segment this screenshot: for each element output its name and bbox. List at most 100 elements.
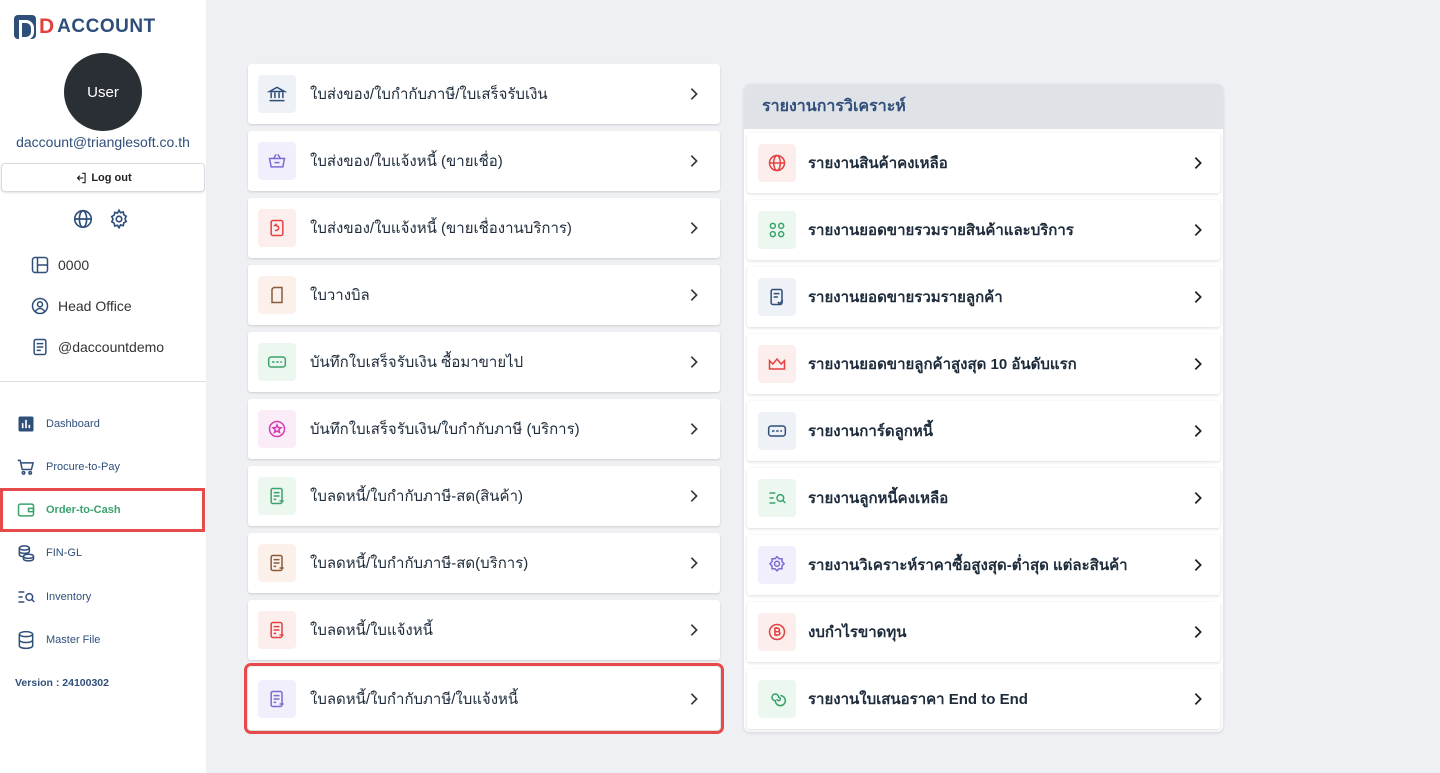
chevron-right-icon <box>678 614 710 646</box>
nav-item-fin-gl[interactable]: FIN-GL <box>0 532 206 574</box>
doc-minus-icon <box>258 611 296 649</box>
list-item[interactable]: ใบส่งของ/ใบแจ้งหนี้ (ขายเชื่อ) <box>248 131 720 191</box>
report-item-label: รายงานยอดขายลูกค้าสูงสุด 10 อันดับแรก <box>808 356 1077 373</box>
note-icon <box>258 276 296 314</box>
company-code[interactable]: 0000 <box>30 255 89 275</box>
chevron-right-icon <box>678 683 710 715</box>
logo-mark-icon <box>14 15 36 40</box>
document-icon <box>33 338 47 356</box>
doc-minus-icon <box>258 477 296 515</box>
branch-selector[interactable]: Head Office <box>30 296 132 316</box>
chevron-right-icon <box>1182 348 1214 380</box>
list-item[interactable]: ใบลดหนี้/ใบแจ้งหนี้ <box>248 600 720 660</box>
account-handle[interactable]: @daccountdemo <box>30 337 164 357</box>
badge-icon <box>758 546 796 584</box>
report-item[interactable]: รายงานการ์ดลูกหนี้ <box>747 401 1220 461</box>
reports-panel: รายงานการวิเคราะห์ รายงานสินค้าคงเหลือ ร… <box>744 84 1223 732</box>
report-item[interactable]: รายงานลูกหนี้คงเหลือ <box>747 468 1220 528</box>
list-item[interactable]: ใบส่งของ/ใบแจ้งหนี้ (ขายเชื่องานบริการ) <box>248 198 720 258</box>
version-label: Version : 24100302 <box>15 677 109 689</box>
report-item-label: รายงานวิเคราะห์ราคาซื้อสูงสุด-ต่ำสุด แต่… <box>808 557 1128 574</box>
report-item[interactable]: รายงานยอดขายรวมรายสินค้าและบริการ <box>747 200 1220 260</box>
chevron-right-icon <box>1182 616 1214 648</box>
report-item-label: รายงานลูกหนี้คงเหลือ <box>808 490 949 507</box>
doc-minus-icon <box>258 679 296 718</box>
list-item[interactable]: บันทึกใบเสร็จรับเงิน/ใบกำกับภาษี (บริการ… <box>248 399 720 459</box>
report-item-label: งบกำไรขาดทุน <box>808 624 907 641</box>
chevron-right-icon <box>678 480 710 512</box>
chevron-right-icon <box>1182 415 1214 447</box>
list-item-label: ใบส่งของ/ใบแจ้งหนี้ (ขายเชื่องานบริการ) <box>310 220 572 237</box>
list-item[interactable]: ใบลดหนี้/ใบกำกับภาษี-สด(สินค้า) <box>248 466 720 526</box>
nav-item-order-to-cash[interactable]: Order-to-Cash <box>0 488 205 532</box>
list-search-icon <box>758 479 796 517</box>
report-item[interactable]: งบกำไรขาดทุน <box>747 602 1220 662</box>
sidebar-divider <box>0 381 206 382</box>
nav-item-procure-to-pay[interactable]: Procure-to-Pay <box>0 446 206 488</box>
chevron-right-icon <box>678 279 710 311</box>
nav-item-dashboard[interactable]: Dashboard <box>0 403 206 445</box>
avatar-label: User <box>87 83 119 101</box>
company-code-label: 0000 <box>58 257 90 273</box>
list-item-label: ใบลดหนี้/ใบแจ้งหนี้ <box>310 622 433 639</box>
report-item[interactable]: รายงานยอดขายรวมรายลูกค้า <box>747 267 1220 327</box>
list-item[interactable]: บันทึกใบเสร็จรับเงิน ซื้อมาขายไป <box>248 332 720 392</box>
nav-label: Inventory <box>46 591 92 603</box>
list-item[interactable]: ใบลดหนี้/ใบกำกับภาษี-สด(บริการ) <box>248 533 720 593</box>
nav-label: FIN-GL <box>46 547 83 559</box>
doc-minus-icon <box>258 544 296 582</box>
logout-label: Log out <box>91 171 132 184</box>
nav-label: Master File <box>46 634 101 646</box>
nav-label: Procure-to-Pay <box>46 461 120 473</box>
logo-text: ACCOUNT <box>57 16 156 37</box>
nav-label: Order-to-Cash <box>46 504 121 516</box>
language-globe-icon[interactable] <box>72 208 94 230</box>
list-item-label: ใบลดหนี้/ใบกำกับภาษี-สด(บริการ) <box>310 555 529 572</box>
bar-chart-icon <box>18 416 34 432</box>
report-item[interactable]: รายงานสินค้าคงเหลือ <box>747 133 1220 193</box>
card-icon <box>258 343 296 381</box>
avatar[interactable]: User <box>64 53 142 131</box>
report-item-label: รายงานใบเสนอราคา End to End <box>808 691 1028 708</box>
app-logo[interactable]: D ACCOUNT <box>14 14 156 40</box>
coins-icon <box>18 545 35 562</box>
nav-item-inventory[interactable]: Inventory <box>0 576 206 618</box>
report-item[interactable]: รายงานยอดขายลูกค้าสูงสุด 10 อันดับแรก <box>747 334 1220 394</box>
list-item-label: บันทึกใบเสร็จรับเงิน ซื้อมาขายไป <box>310 354 524 371</box>
list-item[interactable]: ใบส่งของ/ใบกำกับภาษี/ใบเสร็จรับเงิน <box>248 64 720 124</box>
bank-icon <box>258 75 296 113</box>
wallet-icon <box>17 503 35 517</box>
report-item[interactable]: รายงานใบเสนอราคา End to End <box>747 669 1220 729</box>
chevron-right-icon <box>678 547 710 579</box>
nav-item-master-file[interactable]: Master File <box>0 619 206 661</box>
chevron-right-icon <box>678 346 710 378</box>
list-item-selected[interactable]: ใบลดหนี้/ใบกำกับภาษี/ใบแจ้งหนี้ <box>244 663 724 734</box>
sidebar: D ACCOUNT User daccount@trianglesoft.co.… <box>0 0 206 773</box>
chevron-right-icon <box>1182 147 1214 179</box>
report-item-label: รายงานยอดขายรวมรายสินค้าและบริการ <box>808 222 1074 239</box>
user-email: daccount@trianglesoft.co.th <box>16 134 190 150</box>
report-item[interactable]: รายงานวิเคราะห์ราคาซื้อสูงสุด-ต่ำสุด แต่… <box>747 535 1220 595</box>
gear-icon[interactable] <box>108 208 130 230</box>
receipt-return-icon <box>258 209 296 247</box>
list-item-label: บันทึกใบเสร็จรับเงิน/ใบกำกับภาษี (บริการ… <box>310 421 580 438</box>
settings-row <box>72 208 130 230</box>
list-item-label: ใบลดหนี้/ใบกำกับภาษี-สด(สินค้า) <box>310 488 523 505</box>
logout-button[interactable]: Log out <box>1 163 205 192</box>
user-circle-icon <box>31 297 49 315</box>
spiral-icon <box>758 680 796 718</box>
logout-icon <box>77 172 86 183</box>
chevron-right-icon <box>1182 482 1214 514</box>
branch-label: Head Office <box>58 298 132 314</box>
chevron-right-icon <box>1182 214 1214 246</box>
handle-label: @daccountdemo <box>58 339 165 355</box>
list-item-label: ใบส่งของ/ใบกำกับภาษี/ใบเสร็จรับเงิน <box>310 86 548 103</box>
chevron-right-icon <box>678 145 710 177</box>
basket-icon <box>258 142 296 180</box>
list-item-label: ใบลดหนี้/ใบกำกับภาษี/ใบแจ้งหนี้ <box>310 690 519 708</box>
card-icon <box>758 412 796 450</box>
globe-icon <box>758 144 796 182</box>
logo-letter: D <box>39 15 55 38</box>
cart-icon <box>17 459 35 475</box>
list-item[interactable]: ใบวางบิล <box>248 265 720 325</box>
